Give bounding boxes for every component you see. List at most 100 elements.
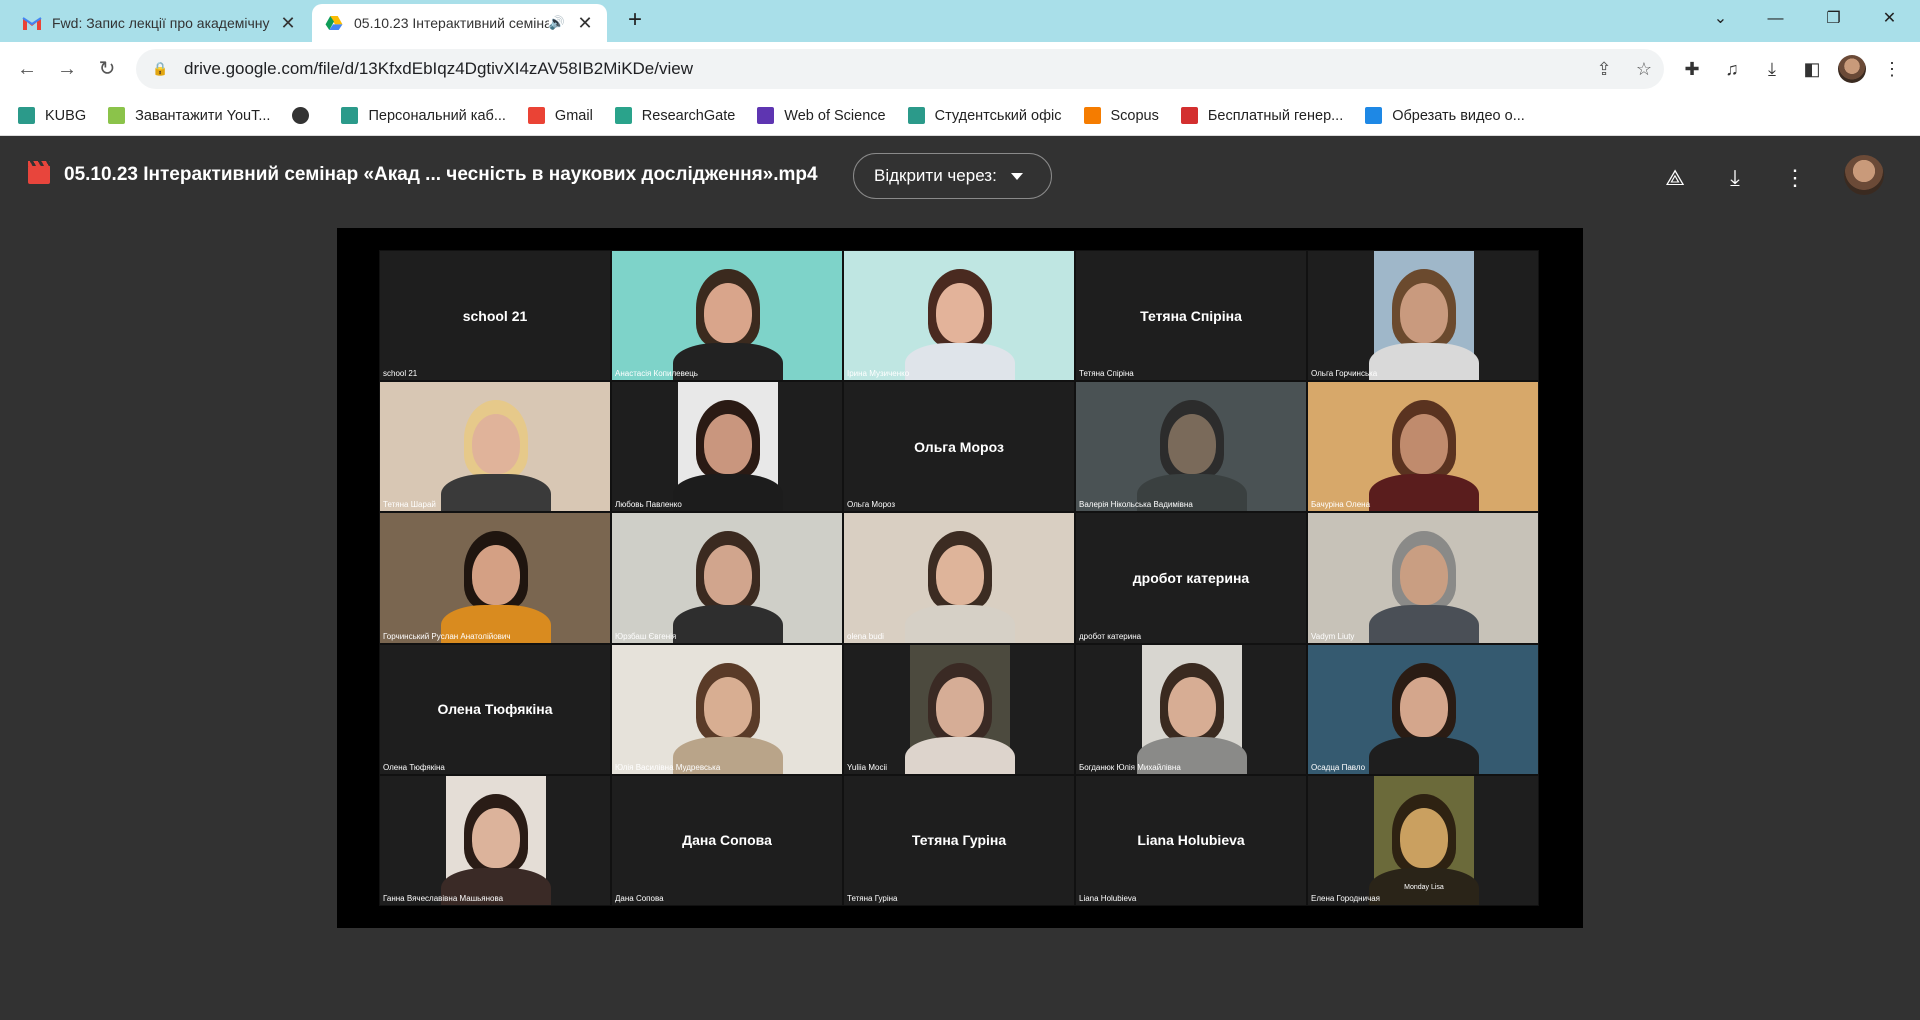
participant-name-tag: Осадца Павло <box>1311 762 1366 772</box>
speaker-icon[interactable]: 🔊 <box>549 15 565 31</box>
restore-button[interactable]: ❐ <box>1806 0 1861 38</box>
address-bar[interactable]: 🔒 drive.google.com/file/d/13KfxdEbIqz4Dg… <box>136 49 1664 89</box>
gmail-icon <box>527 107 545 124</box>
file-title: 05.10.23 Інтерактивний семінар «Акад ...… <box>64 164 818 185</box>
url-text[interactable]: drive.google.com/file/d/13KfxdEbIqz4Dgti… <box>184 59 1584 79</box>
qr-icon <box>1180 107 1198 124</box>
menu-icon[interactable]: ⋮ <box>1876 54 1908 84</box>
participant-name-tag: Анастасія Копилевець <box>615 369 698 379</box>
participant-name-tag: Юрзбаш Євгенія <box>615 631 677 641</box>
bookmark-label: ResearchGate <box>641 107 736 124</box>
participant-display-name: Олена Тюфякіна <box>437 701 553 718</box>
participant-name-tag: Елена Городничая <box>1311 893 1381 903</box>
bookmark-star-icon[interactable]: ☆ <box>1624 59 1664 80</box>
google-drive-icon <box>325 15 343 31</box>
bookmark-item[interactable]: Персональний каб... <box>341 107 506 124</box>
participant-tile: school 21 school 21 <box>379 250 611 382</box>
participant-display-name: дробот катерина <box>1132 569 1250 586</box>
bookmark-item[interactable] <box>292 107 319 124</box>
bookmark-item[interactable]: Бесплатный генер... <box>1180 107 1343 124</box>
participant-video <box>612 644 842 774</box>
participant-video <box>1076 382 1306 512</box>
downloads-icon[interactable]: ⤓ <box>1756 54 1788 84</box>
back-button[interactable]: ← <box>12 54 42 84</box>
download-arrow-icon <box>108 107 126 124</box>
participant-name-tag: school 21 <box>383 369 418 379</box>
new-tab-button[interactable]: + <box>620 5 650 35</box>
participant-name-tag: Ганна Вячеславівна Машьянова <box>383 893 504 903</box>
bookmarks-bar: KUBG Завантажити YouT... Персональний каб.… <box>0 96 1920 136</box>
participant-display-name: Тетяна Гуріна <box>911 832 1007 849</box>
participant-display-name: Liana Holubieva <box>1137 832 1245 849</box>
media-control-icon[interactable]: ♫ <box>1716 54 1748 84</box>
reload-button[interactable]: ↻ <box>92 54 122 84</box>
extensions-icon[interactable]: ✚ <box>1676 54 1708 84</box>
account-avatar[interactable] <box>1844 155 1884 195</box>
more-options-icon[interactable]: ⋮ <box>1778 163 1812 193</box>
participant-grid: school 21 school 21 Анастасія Копилевець Ір… <box>379 250 1539 906</box>
close-icon[interactable]: ✕ <box>278 13 298 34</box>
tab-drive[interactable]: 05.10.23 Інтерактивний семінар 🔊 ✕ <box>312 4 607 42</box>
participant-tile: Бачуріна Олена <box>1307 381 1539 513</box>
participant-tile: дробот катерина дробот катерина <box>1075 512 1307 644</box>
tab-search-icon[interactable]: ⌄ <box>1693 0 1748 38</box>
participant-video <box>844 251 1074 381</box>
window-close-button[interactable]: ✕ <box>1862 0 1917 38</box>
participant-video <box>1369 251 1479 381</box>
participant-tile: Юрзбаш Євгенія <box>611 512 843 644</box>
bookmark-label: Scopus <box>1110 107 1159 124</box>
participant-name-tag: Тетяна Гуріна <box>847 893 898 903</box>
participant-tile: Vadym Liuty <box>1307 512 1539 644</box>
download-icon[interactable]: ⤓ <box>1718 163 1752 193</box>
participant-tile: Ольга Мороз Ольга Мороз <box>843 381 1075 513</box>
bookmark-item[interactable]: Gmail <box>527 107 593 124</box>
participant-name-tag: Любовь Павленко <box>615 500 682 510</box>
minimize-button[interactable]: — <box>1748 0 1803 38</box>
share-icon[interactable]: ⇪ <box>1584 59 1624 80</box>
participant-name-tag: Валерія Нікольська Вадимівна <box>1079 500 1193 510</box>
participant-tile: Monday Lisa Елена Городничая <box>1307 774 1539 906</box>
participant-video <box>1308 513 1538 643</box>
close-icon[interactable]: ✕ <box>575 13 595 34</box>
browser-toolbar: ← → ↻ 🔒 drive.google.com/file/d/13KfxdEb… <box>0 42 1920 96</box>
participant-name-tag: Бачуріна Олена <box>1311 500 1371 510</box>
chevron-down-icon <box>1010 172 1023 180</box>
participant-video <box>612 251 842 381</box>
participant-tile: Yuliia Mocii <box>843 643 1075 775</box>
bookmark-label: KUBG <box>45 107 87 124</box>
gmail-icon <box>22 17 42 30</box>
video-caption: Monday Lisa <box>1404 883 1444 891</box>
participant-name-tag: Yuliia Mocii <box>847 762 888 772</box>
participant-tile: Дана Сопова Дана Сопова <box>611 774 843 906</box>
participant-name-tag: Горчинський Руслан Анатолійович <box>383 631 511 641</box>
bookmark-item[interactable]: Web of Science <box>757 107 886 124</box>
participant-name-tag: Liana Holubieva <box>1079 893 1137 903</box>
bookmark-item[interactable]: Scopus <box>1083 107 1159 124</box>
participant-name-tag: Дана Сопова <box>615 893 664 903</box>
bookmark-item[interactable]: ResearchGate <box>614 107 736 124</box>
tab-gmail[interactable]: Fwd: Запис лекції про академічну ✕ <box>10 4 310 42</box>
participant-video <box>612 513 842 643</box>
bookmark-label: Web of Science <box>784 107 886 124</box>
participant-video <box>673 382 783 512</box>
globe-icon <box>292 107 310 124</box>
bookmark-label: Персональний каб... <box>368 107 506 124</box>
bookmark-item[interactable]: Завантажити YouT... <box>108 107 270 124</box>
bookmark-item[interactable]: KUBG <box>18 107 86 124</box>
video-player[interactable]: school 21 school 21 Анастасія Копилевець Ір… <box>337 228 1583 928</box>
kubg-icon <box>18 107 35 124</box>
forward-button[interactable]: → <box>52 54 82 84</box>
bookmark-label: Обрезать видео о... <box>1392 107 1525 124</box>
open-with-button[interactable]: Відкрити через: <box>853 153 1052 199</box>
side-panel-icon[interactable]: ◧ <box>1796 54 1828 84</box>
dots-icon <box>1365 107 1383 124</box>
participant-video <box>380 382 610 512</box>
participant-tile: Тетяна Шарай <box>379 381 611 513</box>
profile-avatar[interactable] <box>1838 55 1866 83</box>
lock-icon[interactable]: 🔒 <box>152 61 172 77</box>
add-to-drive-icon[interactable]: ⟁ <box>1658 163 1692 193</box>
participant-video <box>905 644 1015 774</box>
bookmark-item[interactable]: Обрезать видео о... <box>1365 107 1525 124</box>
bookmark-item[interactable]: Студентський офіс <box>907 107 1062 124</box>
tab-title: 05.10.23 Інтерактивний семінар <box>354 15 549 31</box>
